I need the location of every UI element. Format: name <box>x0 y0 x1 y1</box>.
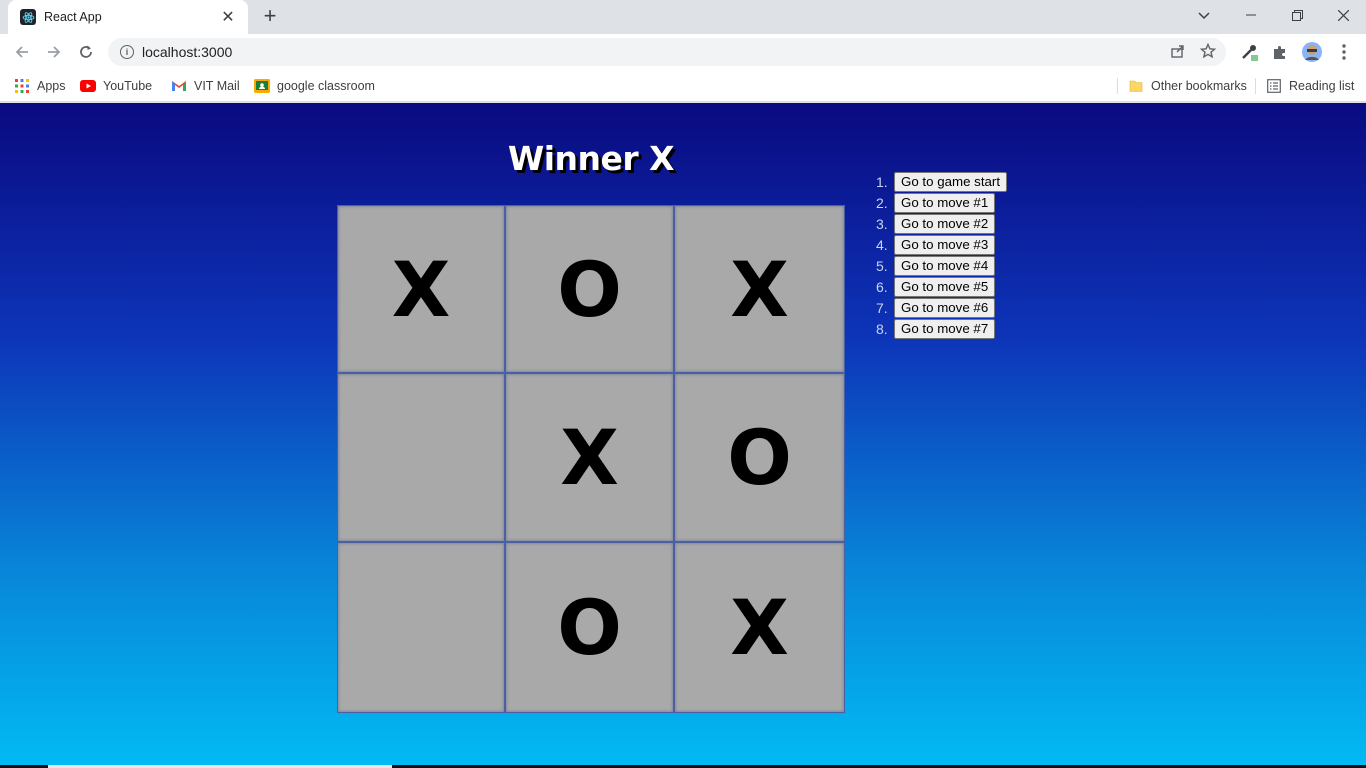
game-status: Winner X <box>507 139 675 178</box>
restore-icon[interactable] <box>1274 0 1320 30</box>
go-to-move-button[interactable]: Go to move #5 <box>894 276 996 297</box>
gmail-icon <box>171 78 187 94</box>
board-square[interactable]: X <box>505 373 674 542</box>
move-item: 6. Go to move #5 <box>876 276 1007 297</box>
move-number: 1. <box>876 173 888 190</box>
bookmark-separator <box>1255 78 1256 94</box>
back-arrow-icon[interactable] <box>9 39 35 65</box>
page-content: Winner X X O X X O O X 1. Go to game star… <box>0 103 1366 768</box>
other-bookmarks[interactable]: Other bookmarks <box>1128 76 1247 96</box>
bookmark-google-classroom[interactable]: google classroom <box>254 76 375 96</box>
folder-icon <box>1128 78 1144 94</box>
classroom-icon <box>254 78 270 94</box>
site-info-icon[interactable]: i <box>120 45 134 59</box>
board-square[interactable]: X <box>674 542 845 713</box>
extensions-puzzle-icon[interactable] <box>1267 39 1293 65</box>
browser-toolbar: i localhost:3000 <box>0 34 1366 70</box>
reading-list[interactable]: Reading list <box>1266 76 1354 96</box>
go-to-move-button[interactable]: Go to move #2 <box>894 213 996 234</box>
move-number: 5. <box>876 257 888 274</box>
move-item: 3. Go to move #2 <box>876 213 1007 234</box>
tab-title: React App <box>44 10 102 24</box>
board-square[interactable]: X <box>674 205 845 373</box>
move-item: 7. Go to move #6 <box>876 297 1007 318</box>
eyedropper-extension-icon[interactable] <box>1236 39 1262 65</box>
chrome-menu-icon[interactable] <box>1331 39 1357 65</box>
bookmark-separator <box>1117 78 1118 94</box>
react-favicon-icon <box>20 9 36 25</box>
other-bookmarks-label: Other bookmarks <box>1151 79 1247 93</box>
go-to-game-start-button[interactable]: Go to game start <box>894 171 1008 192</box>
profile-avatar-icon[interactable] <box>1299 39 1325 65</box>
bookmark-label: google classroom <box>277 79 375 93</box>
move-number: 3. <box>876 215 888 232</box>
bookmark-label: Apps <box>37 79 66 93</box>
minimize-icon[interactable] <box>1228 0 1274 30</box>
youtube-icon <box>80 78 96 94</box>
go-to-move-button[interactable]: Go to move #4 <box>894 255 996 276</box>
tab-close-icon[interactable]: ✕ <box>218 7 238 27</box>
board-square[interactable]: X <box>337 205 505 373</box>
move-item: 4. Go to move #3 <box>876 234 1007 255</box>
board-square[interactable]: O <box>505 542 674 713</box>
browser-tab[interactable]: React App ✕ <box>8 0 248 34</box>
reading-list-icon <box>1266 78 1282 94</box>
board-square[interactable] <box>337 373 505 542</box>
address-bar[interactable]: i localhost:3000 <box>108 38 1226 66</box>
url-text: localhost:3000 <box>142 44 233 60</box>
reading-list-label: Reading list <box>1289 79 1355 93</box>
move-history-list: 1. Go to game start 2. Go to move #1 3. Go … <box>876 171 1008 339</box>
board-square[interactable]: O <box>674 373 845 542</box>
tab-search-icon[interactable] <box>1192 5 1216 27</box>
move-number: 2. <box>876 194 888 211</box>
new-tab-button[interactable]: + <box>258 5 282 28</box>
move-item: 8. Go to move #7 <box>876 318 1007 339</box>
forward-arrow-icon[interactable] <box>41 39 67 65</box>
game-board: X O X X O O X <box>337 205 845 713</box>
reload-icon[interactable] <box>73 39 99 65</box>
go-to-move-button[interactable]: Go to move #7 <box>894 318 996 339</box>
move-item: 1. Go to game start <box>876 171 1008 192</box>
move-item: 5. Go to move #4 <box>876 255 1007 276</box>
bookmark-apps[interactable]: Apps <box>14 76 66 96</box>
go-to-move-button[interactable]: Go to move #1 <box>894 192 996 213</box>
close-window-icon[interactable] <box>1320 0 1366 30</box>
move-item: 2. Go to move #1 <box>876 192 1007 213</box>
move-number: 8. <box>876 320 888 337</box>
bookmark-star-icon[interactable] <box>1199 42 1217 65</box>
share-icon[interactable] <box>1170 42 1186 65</box>
go-to-move-button[interactable]: Go to move #3 <box>894 234 996 255</box>
move-number: 7. <box>876 299 888 316</box>
board-square[interactable] <box>337 542 505 713</box>
bookmark-label: VIT Mail <box>194 79 240 93</box>
bookmark-youtube[interactable]: YouTube <box>80 76 152 96</box>
tab-strip: React App ✕ + <box>0 0 1366 34</box>
move-number: 4. <box>876 236 888 253</box>
bookmark-vit-mail[interactable]: VIT Mail <box>171 76 240 96</box>
go-to-move-button[interactable]: Go to move #6 <box>894 297 996 318</box>
bookmarks-bar: Apps YouTube VIT Mail google classroom O… <box>0 70 1366 102</box>
apps-grid-icon <box>14 78 30 94</box>
bookmark-label: YouTube <box>103 79 153 93</box>
move-number: 6. <box>876 278 888 295</box>
board-square[interactable]: O <box>505 205 674 373</box>
